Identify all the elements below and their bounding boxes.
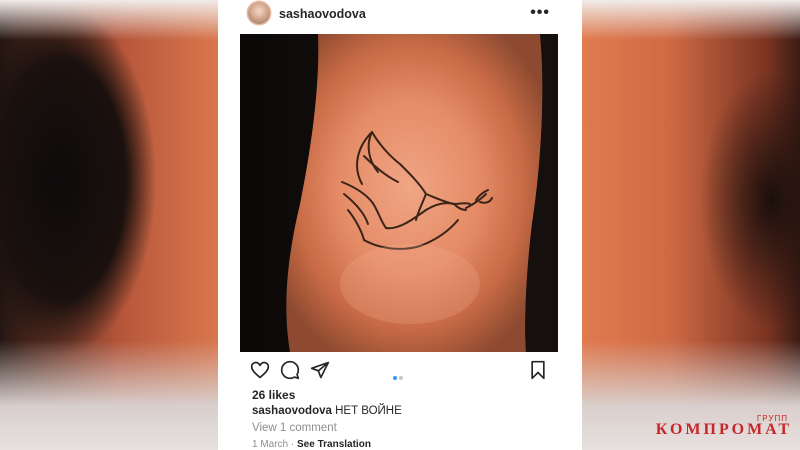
paper-plane-icon[interactable] — [310, 360, 332, 382]
carousel-dot-active — [393, 376, 397, 380]
tattoo-photo-image — [240, 34, 558, 352]
caption-text: НЕТ ВОЙНЕ — [331, 405, 402, 417]
username[interactable]: sashaovodova — [279, 7, 366, 21]
view-comments-link[interactable]: View 1 comment — [252, 422, 337, 434]
comment-icon[interactable] — [280, 360, 302, 382]
avatar[interactable] — [248, 2, 270, 24]
instagram-post: sashaovodova ••• 26 likes sashaovodova Н… — [218, 0, 582, 450]
watermark-logo: ГРУПП КОМПРОМАТ — [656, 414, 792, 446]
bookmark-icon[interactable] — [528, 360, 550, 382]
caption-username[interactable]: sashaovodova — [252, 405, 332, 417]
watermark-main: КОМПРОМАТ — [655, 421, 792, 438]
caption: sashaovodova НЕТ ВОЙНЕ — [252, 405, 402, 417]
post-meta: 1 March · See Translation — [252, 439, 371, 450]
blurred-background-left — [0, 0, 218, 450]
meta-separator: · — [288, 439, 298, 450]
post-date: 1 March — [252, 439, 289, 450]
likes-count[interactable]: 26 likes — [252, 388, 295, 402]
see-translation-link[interactable]: See Translation — [297, 439, 371, 450]
heart-icon[interactable] — [250, 360, 272, 382]
carousel-dot — [399, 376, 403, 380]
blurred-background-right — [582, 0, 800, 450]
more-options-icon[interactable]: ••• — [530, 4, 550, 22]
post-actions-bar — [218, 360, 582, 384]
post-header: sashaovodova ••• — [218, 0, 582, 30]
carousel-indicator — [393, 367, 405, 385]
post-photo[interactable] — [240, 34, 558, 352]
